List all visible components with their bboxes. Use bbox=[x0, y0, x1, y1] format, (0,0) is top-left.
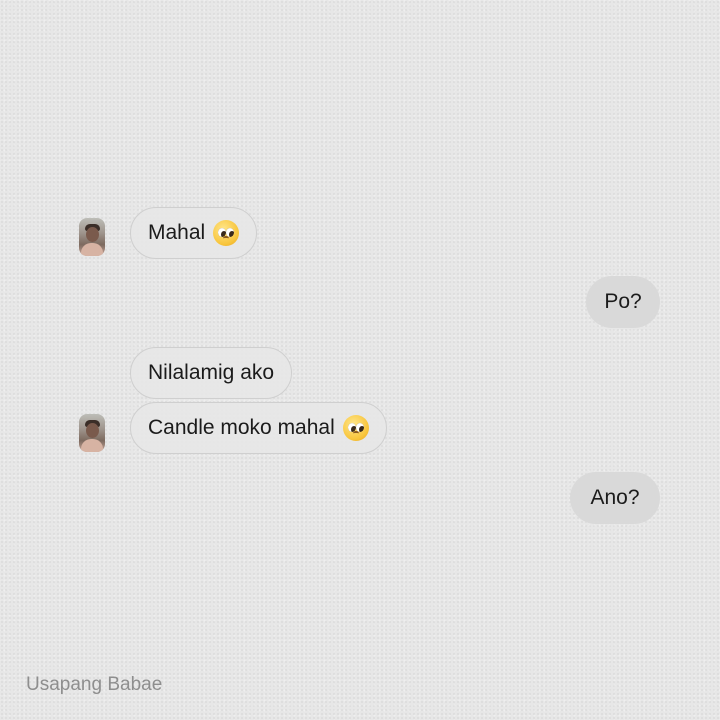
message-bubble-outgoing[interactable]: Po? bbox=[586, 276, 660, 328]
pleading-face-emoji-icon bbox=[213, 220, 240, 246]
message-bubble-incoming[interactable]: Candle moko mahal bbox=[130, 402, 387, 454]
message-bubble-outgoing[interactable]: Ano? bbox=[570, 472, 660, 524]
chat-thread: Mahal Po? Nilalamig ako Candle moko maha… bbox=[0, 0, 720, 720]
message-text: Ano? bbox=[590, 486, 640, 509]
message-text: Nilalamig ako bbox=[148, 361, 275, 384]
message-text: Candle moko mahal bbox=[148, 416, 335, 439]
sender-avatar[interactable] bbox=[79, 414, 105, 452]
message-text: Po? bbox=[604, 290, 642, 313]
watermark: Usapang Babae bbox=[26, 674, 163, 695]
pleading-face-emoji-icon bbox=[342, 415, 369, 441]
message-bubble-incoming[interactable]: Nilalamig ako bbox=[130, 347, 293, 399]
message-bubble-incoming[interactable]: Mahal bbox=[130, 207, 258, 259]
message-text: Mahal bbox=[148, 221, 206, 244]
sender-avatar[interactable] bbox=[79, 218, 105, 256]
